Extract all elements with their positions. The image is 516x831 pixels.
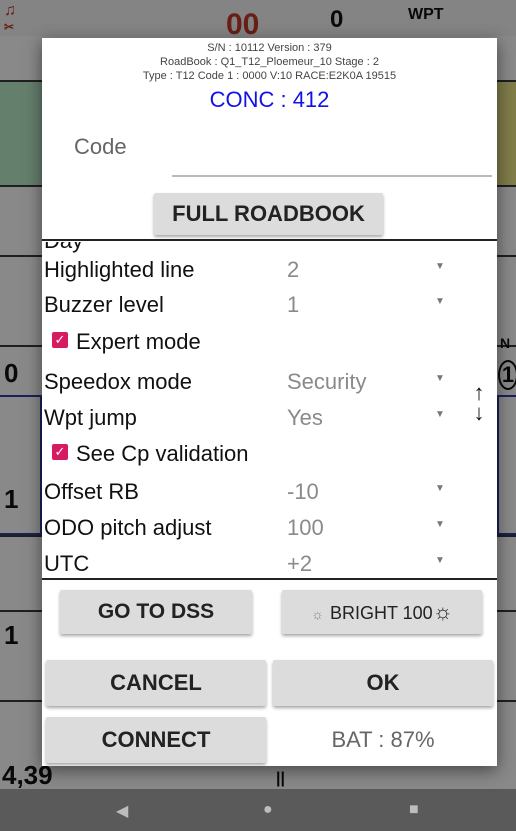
vertical-drag-icon[interactable]: ↑ ↓ [464,382,494,433]
recents-nav-icon[interactable]: ■ [409,801,419,819]
conc-label: CONC : 412 [209,87,330,112]
setting-offset-rb[interactable]: Offset RB -10 ▼ [42,472,497,508]
setting-buzzer-level[interactable]: Buzzer level 1 ▼ [42,285,497,321]
caret-down-icon[interactable]: ▼ [435,483,445,494]
setting-see-cp-validation[interactable]: ✓ See Cp validation [42,434,497,470]
code-label: Code [74,134,127,159]
setting-odo-pitch-adjust[interactable]: ODO pitch adjust 100 ▼ [42,508,497,544]
checkbox-checked-icon[interactable]: ✓ [52,444,68,460]
brightness-button[interactable]: ☼ BRIGHT 100☼ [282,590,482,634]
caret-down-icon[interactable]: ▼ [435,373,445,384]
settings-list[interactable]: Day Highlighted line 2 ▼ Buzzer level 1 … [42,242,497,578]
go-to-dss-button[interactable]: GO TO DSS [60,590,252,634]
caret-down-icon[interactable]: ▼ [435,296,445,307]
setting-utc[interactable]: UTC +2 ▼ [42,544,497,578]
device-info: S/N : 10112 Version : 379 RoadBook : Q1_… [42,38,497,83]
back-nav-icon[interactable]: ◀ [116,801,128,821]
setting-speedox-mode[interactable]: Speedox mode Security ▼ [42,362,497,398]
divider [42,578,497,580]
caret-down-icon[interactable]: ▼ [435,261,445,272]
info-line-3: Type : T12 Code 1 : 0000 V:10 RACE:E2K0A… [142,70,397,82]
brightness-label: BRIGHT 100 [329,603,433,623]
checkbox-checked-icon[interactable]: ✓ [52,332,68,348]
setting-wpt-jump[interactable]: Wpt jump Yes ▼ [42,398,497,434]
caret-down-icon[interactable]: ▼ [435,519,445,530]
info-line-2: RoadBook : Q1_T12_Ploemeur_10 Stage : 2 [160,56,379,68]
ok-button[interactable]: OK [273,660,493,706]
home-nav-icon[interactable]: ● [263,801,273,819]
code-input[interactable] [172,175,492,177]
settings-dialog: S/N : 10112 Version : 379 RoadBook : Q1_… [42,38,497,766]
info-line-1: S/N : 10112 Version : 379 [207,42,332,54]
divider [42,239,497,241]
caret-down-icon[interactable]: ▼ [435,409,445,420]
sun-large-icon: ☼ [432,599,453,624]
connect-button[interactable]: CONNECT [46,717,266,763]
sun-small-icon: ☼ [311,606,324,622]
battery-status: BAT : 87% [331,727,435,752]
setting-highlighted-line[interactable]: Highlighted line 2 ▼ [42,250,497,286]
system-nav-bar: ◀ ● ■ [0,789,516,831]
full-roadbook-button[interactable]: FULL ROADBOOK [154,193,383,235]
caret-down-icon[interactable]: ▼ [435,555,445,566]
cancel-button[interactable]: CANCEL [46,660,266,706]
setting-expert-mode[interactable]: ✓ Expert mode [42,322,497,358]
